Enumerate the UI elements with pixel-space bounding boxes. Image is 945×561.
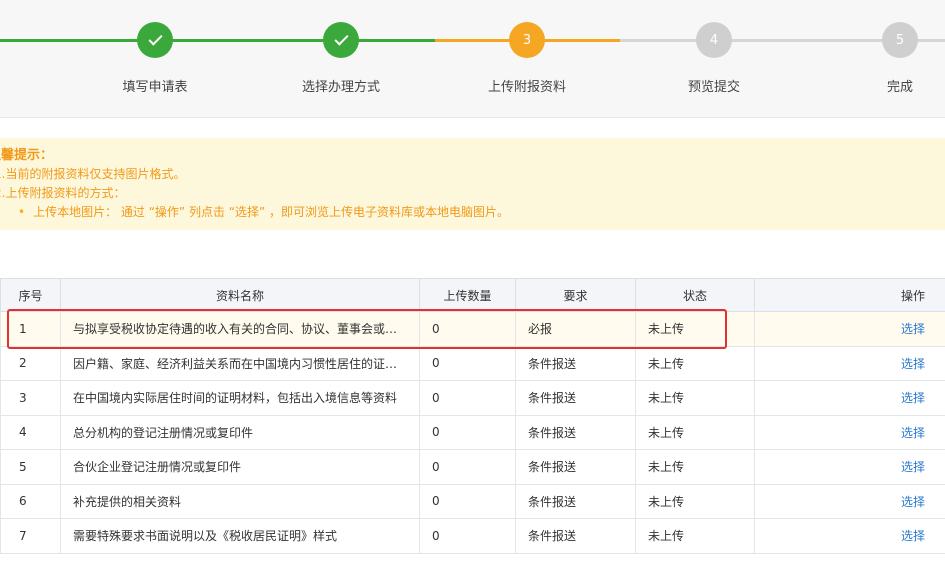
- select-link[interactable]: 选择: [901, 460, 925, 474]
- row-requirement: 必报: [515, 311, 636, 347]
- table-row: 4 总分机构的登记注册情况或复印件 0 条件报送 未上传 选择: [0, 414, 945, 450]
- row-name: 因户籍、家庭、经济利益关系而在中国境内习惯性居住的证明材料...: [60, 345, 420, 381]
- check-icon: [147, 31, 163, 46]
- select-link[interactable]: 选择: [901, 357, 925, 371]
- select-link[interactable]: 选择: [901, 495, 925, 509]
- row-name: 补充提供的相关资料: [60, 483, 420, 519]
- row-count: 0: [419, 311, 516, 347]
- step-4-number: 4: [709, 32, 719, 48]
- row-status: 未上传: [635, 449, 755, 485]
- row-requirement: 条件报送: [515, 345, 636, 381]
- row-index: 4: [0, 414, 61, 450]
- row-name: 需要特殊要求书面说明以及《税收居民证明》样式: [60, 518, 420, 554]
- table-row: 2 因户籍、家庭、经济利益关系而在中国境内习惯性居住的证明材料... 0 条件报…: [0, 345, 945, 381]
- row-requirement: 条件报送: [515, 414, 636, 450]
- row-name: 合伙企业登记注册情况或复印件: [60, 449, 420, 485]
- row-count: 0: [419, 518, 516, 554]
- header-name: 资料名称: [60, 278, 420, 312]
- step-5-label: 完成: [886, 80, 914, 95]
- table-row: 7 需要特殊要求书面说明以及《税收居民证明》样式 0 条件报送 未上传 选择: [0, 518, 945, 554]
- step-2-label: 选择办理方式: [301, 80, 381, 95]
- step-5-circle: 5: [882, 22, 918, 58]
- select-link[interactable]: 选择: [901, 529, 925, 543]
- row-count: 0: [419, 449, 516, 485]
- tip-line-2: 2.上传附报资料的方式：: [0, 186, 126, 200]
- step-4-label: 预览提交: [687, 80, 741, 95]
- table-header-row: 序号 资料名称 上传数量 要求 状态 操作: [0, 278, 945, 312]
- step-3-number: 3: [522, 32, 532, 48]
- table-row: 5 合伙企业登记注册情况或复印件 0 条件报送 未上传 选择: [0, 449, 945, 485]
- header-requirement: 要求: [515, 278, 636, 312]
- step-1-circle: [137, 22, 173, 58]
- row-status: 未上传: [635, 483, 755, 519]
- step-4-circle: 4: [696, 22, 732, 58]
- row-requirement: 条件报送: [515, 449, 636, 485]
- row-requirement: 条件报送: [515, 380, 636, 416]
- row-index: 1: [0, 311, 61, 347]
- row-index: 7: [0, 518, 61, 554]
- row-index: 3: [0, 380, 61, 416]
- row-name: 与拟享受税收协定待遇的收入有关的合同、协议、董事会或股东会...: [60, 311, 420, 347]
- row-requirement: 条件报送: [515, 518, 636, 554]
- row-name: 在中国境内实际居住时间的证明材料，包括出入境信息等资料: [60, 380, 420, 416]
- tips-title: 温馨提示：: [0, 148, 54, 163]
- table-row: 3 在中国境内实际居住时间的证明材料，包括出入境信息等资料 0 条件报送 未上传…: [0, 380, 945, 416]
- progress-stepper: 3 4 5 填写申请表 选择办理方式 上传附报资料 预览提交 完成: [0, 0, 945, 118]
- row-requirement: 条件报送: [515, 483, 636, 519]
- header-status: 状态: [635, 278, 755, 312]
- row-count: 0: [419, 414, 516, 450]
- row-name: 总分机构的登记注册情况或复印件: [60, 414, 420, 450]
- select-link[interactable]: 选择: [901, 426, 925, 440]
- row-count: 0: [419, 483, 516, 519]
- table-row: 6 补充提供的相关资料 0 条件报送 未上传 选择: [0, 483, 945, 519]
- step-1-label: 填写申请表: [122, 80, 188, 95]
- row-status: 未上传: [635, 414, 755, 450]
- row-index: 6: [0, 483, 61, 519]
- tip-bullet: 上传本地图片： 通过 “操作” 列点击 “选择” ，即可浏览上传电子资料库或本地…: [0, 203, 945, 222]
- step-3-label: 上传附报资料: [487, 80, 567, 95]
- tips-panel: 温馨提示： 1.当前的附报资料仅支持图片格式。 2.上传附报资料的方式： 上传本…: [0, 138, 945, 230]
- step-5-number: 5: [895, 32, 905, 48]
- row-status: 未上传: [635, 311, 755, 347]
- row-status: 未上传: [635, 518, 755, 554]
- step-2-circle: [323, 22, 359, 58]
- attachments-table: 序号 资料名称 上传数量 要求 状态 操作 1 与拟享受税收协定待遇的收入有关的…: [0, 278, 945, 554]
- header-index: 序号: [0, 278, 61, 312]
- row-index: 2: [0, 345, 61, 381]
- check-icon: [333, 31, 349, 46]
- table-row: 1 与拟享受税收协定待遇的收入有关的合同、协议、董事会或股东会... 0 必报 …: [0, 311, 945, 347]
- row-count: 0: [419, 380, 516, 416]
- header-count: 上传数量: [419, 278, 516, 312]
- row-status: 未上传: [635, 380, 755, 416]
- header-action: 操作: [754, 278, 945, 312]
- row-count: 0: [419, 345, 516, 381]
- track-done: [0, 39, 435, 42]
- step-3-circle: 3: [509, 22, 545, 58]
- select-link[interactable]: 选择: [901, 322, 925, 336]
- row-status: 未上传: [635, 345, 755, 381]
- select-link[interactable]: 选择: [901, 391, 925, 405]
- row-index: 5: [0, 449, 61, 485]
- tip-line-1: 1.当前的附报资料仅支持图片格式。: [0, 167, 186, 181]
